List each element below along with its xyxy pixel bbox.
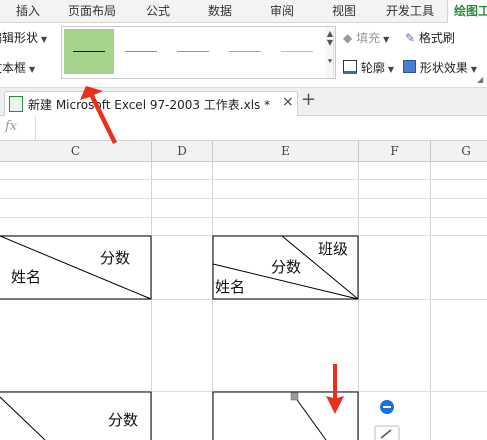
table3-diagonal — [0, 396, 46, 440]
table1-score-label: 分数 — [100, 249, 131, 267]
annotation-arrow-up — [80, 86, 117, 144]
table2-class-label: 班级 — [318, 240, 349, 258]
table3-score-label: 分数 — [108, 411, 139, 429]
table2-score-label: 分数 — [271, 258, 302, 276]
table1-name-label: 姓名 — [11, 268, 42, 286]
table2-name-label: 姓名 — [215, 278, 246, 296]
shape-handle[interactable] — [290, 392, 299, 401]
annotation-arrow-down — [326, 364, 344, 414]
sheet-drawing-layer — [0, 86, 400, 440]
minus-glyph — [383, 406, 391, 408]
drawn-line-shape[interactable] — [294, 396, 327, 440]
